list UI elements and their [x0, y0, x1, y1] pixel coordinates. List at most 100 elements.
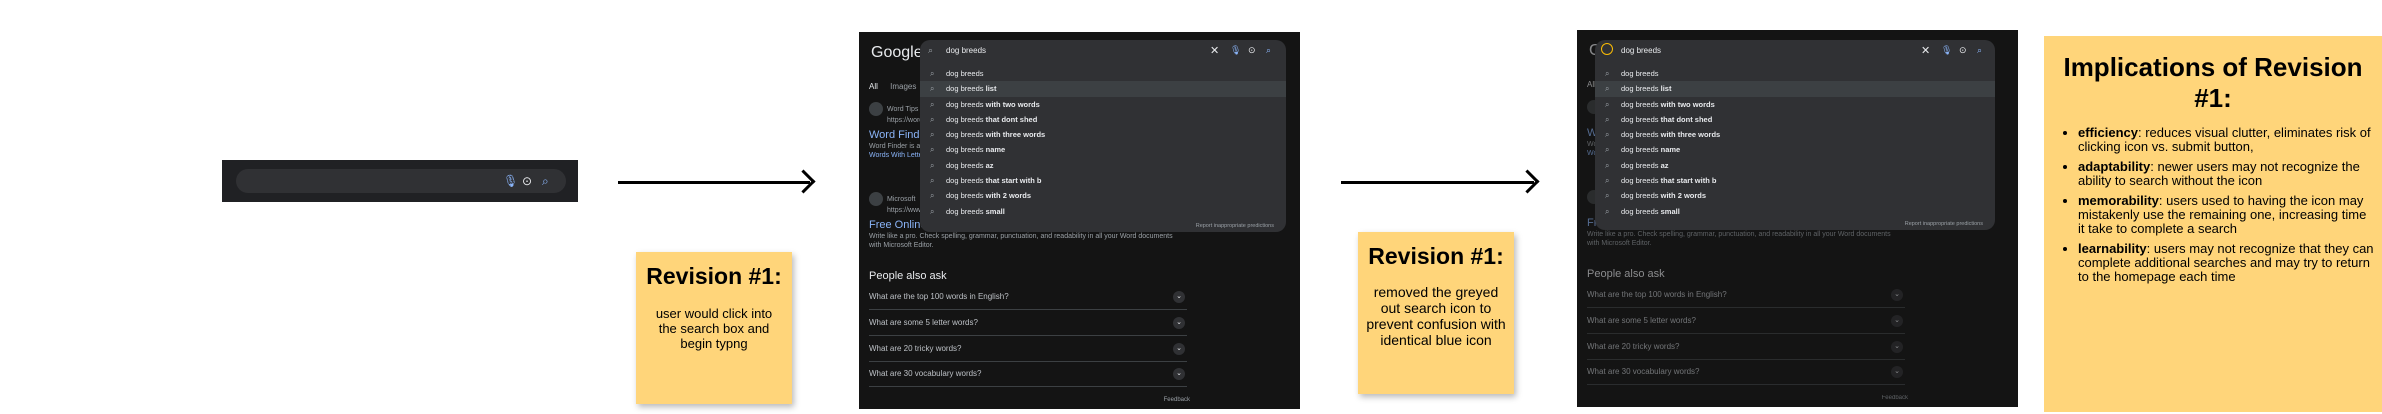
suggestion-prefix: dog breeds [946, 99, 984, 109]
suggestion-item[interactable]: dog breeds small [920, 204, 1286, 220]
suggestion-item[interactable]: dog breeds that start with b [920, 173, 1286, 189]
autocomplete-dropdown: ⌕ dog breeds ✕ 🎙 ⊙ ⌕ dog breedsdog breed… [920, 40, 1286, 232]
suggestion-prefix: dog breeds [946, 176, 984, 186]
suggestion-prefix: dog breeds [1621, 206, 1659, 216]
paa-question[interactable]: What are the top 100 words in English? ⌄ [1587, 283, 1905, 308]
chevron-down-icon[interactable]: ⌄ [1891, 315, 1903, 327]
implications-list: efficiency: reduces visual clutter, elim… [2044, 126, 2382, 284]
suggestion-completion: that dont shed [1658, 114, 1713, 124]
suggestion-completion: with two words [1658, 99, 1715, 109]
search-results-screen-1: Google All Images Word Tips https://word… [859, 32, 1300, 409]
paa-question[interactable]: What are some 5 letter words? ⌄ [869, 311, 1187, 336]
search-glyph-icon [1601, 43, 1613, 55]
suggestion-item[interactable]: dog breeds [1595, 66, 1995, 82]
close-icon[interactable]: ✕ [1210, 44, 1219, 57]
suggestion-completion: that start with b [1658, 176, 1717, 186]
search-query: dog breeds [1621, 46, 1662, 55]
suggestion-prefix: dog breeds [946, 206, 984, 216]
mic-icon[interactable]: 🎙 [1941, 45, 1952, 56]
suggestion-item[interactable]: dog breeds with two words [1595, 97, 1995, 113]
lens-icon[interactable]: ⊙ [522, 171, 532, 191]
chevron-down-icon[interactable]: ⌄ [1891, 366, 1903, 378]
suggestion-prefix: dog breeds [1621, 114, 1659, 124]
report-predictions-link[interactable]: Report inappropriate predictions [1196, 223, 1274, 229]
report-predictions-link[interactable]: Report inappropriate predictions [1905, 221, 1983, 227]
note-body: user would click into the search box and… [655, 306, 773, 351]
suggestion-completion: list [1658, 84, 1672, 94]
suggestion-item[interactable]: dog breeds az [920, 158, 1286, 174]
feedback-link[interactable]: Feedback [1882, 395, 1908, 401]
suggestion-completion: that dont shed [983, 114, 1038, 124]
suggestion-item[interactable]: dog breeds [920, 66, 1286, 82]
note-body: removed the greyed out search icon to pr… [1366, 284, 1506, 348]
google-logo: Google [871, 44, 923, 61]
suggestion-item[interactable]: dog breeds that start with b [1595, 173, 1995, 189]
chevron-down-icon[interactable]: ⌄ [1891, 341, 1903, 353]
search-input[interactable]: dog breeds ✕ 🎙 ⊙ ⌕ [1595, 40, 1995, 64]
chevron-down-icon[interactable]: ⌄ [1173, 368, 1185, 380]
flow-arrow-1 [618, 181, 810, 184]
suggestion-prefix: dog breeds [1621, 145, 1659, 155]
initial-search-bar: 🎙 ⊙ ⌕ [222, 160, 578, 202]
autocomplete-dropdown: dog breeds ✕ 🎙 ⊙ ⌕ dog breedsdog breeds … [1595, 40, 1995, 230]
result-site: Word Tips [887, 105, 919, 113]
suggestion-item[interactable]: dog breeds with two words [920, 97, 1286, 113]
suggestion-completion: with three words [983, 130, 1046, 140]
suggestion-list: dog breedsdog breeds listdog breeds with… [1595, 66, 1995, 219]
suggestion-completion: with three words [1658, 130, 1721, 140]
suggestion-prefix: dog breeds [1621, 160, 1659, 170]
suggestion-item[interactable]: dog breeds small [1595, 204, 1995, 220]
paa-question[interactable]: What are the top 100 words in English? ⌄ [869, 285, 1187, 310]
suggestion-item[interactable]: dog breeds name [1595, 142, 1995, 158]
favicon-icon [869, 192, 883, 206]
search-icon[interactable]: ⌕ [1977, 45, 1982, 56]
paa-question[interactable]: What are 30 vocabulary words? ⌄ [869, 362, 1187, 387]
paa-question[interactable]: What are some 5 letter words? ⌄ [1587, 309, 1905, 334]
search-input[interactable]: ⌕ dog breeds ✕ 🎙 ⊙ ⌕ [920, 40, 1286, 64]
paa-question[interactable]: What are 20 tricky words? ⌄ [869, 337, 1187, 362]
suggestion-item[interactable]: dog breeds az [1595, 158, 1995, 174]
tab-all[interactable]: All [869, 82, 878, 91]
suggestion-completion: az [1658, 160, 1669, 170]
close-icon[interactable]: ✕ [1921, 44, 1930, 57]
tab-images[interactable]: Images [890, 82, 916, 91]
implication-term: learnability [2078, 241, 2147, 256]
suggestion-prefix: dog breeds [1621, 176, 1659, 186]
suggestion-item[interactable]: dog breeds with 2 words [1595, 188, 1995, 204]
chevron-down-icon[interactable]: ⌄ [1173, 343, 1185, 355]
suggestion-item[interactable]: dog breeds name [920, 142, 1286, 158]
paa-question[interactable]: What are 20 tricky words? ⌄ [1587, 335, 1905, 360]
chevron-down-icon[interactable]: ⌄ [1891, 289, 1903, 301]
implication-term: adaptability [2078, 159, 2151, 174]
suggestion-completion: that start with b [983, 176, 1042, 186]
suggestion-item[interactable]: dog breeds list [1595, 81, 1995, 97]
lens-icon[interactable]: ⊙ [1959, 45, 1967, 56]
feedback-link[interactable]: Feedback [1164, 397, 1190, 403]
suggestion-prefix: dog breeds [1621, 191, 1659, 201]
mic-icon[interactable]: 🎙 [1230, 45, 1241, 56]
chevron-down-icon[interactable]: ⌄ [1173, 317, 1185, 329]
suggestion-prefix: dog breeds [946, 145, 984, 155]
implication-item: efficiency: reduces visual clutter, elim… [2078, 126, 2376, 154]
suggestion-prefix: dog breeds [1621, 84, 1659, 94]
suggestion-item[interactable]: dog breeds list [920, 81, 1286, 97]
lens-icon[interactable]: ⊙ [1248, 45, 1256, 56]
suggestion-item[interactable]: dog breeds with three words [1595, 127, 1995, 143]
search-query: dog breeds [946, 46, 987, 55]
suggestion-prefix: dog breeds [1621, 69, 1659, 78]
suggestion-item[interactable]: dog breeds that dont shed [920, 112, 1286, 128]
people-also-ask-title: People also ask [1587, 268, 1665, 280]
suggestion-prefix: dog breeds [946, 160, 984, 170]
suggestion-item[interactable]: dog breeds that dont shed [1595, 112, 1995, 128]
chevron-down-icon[interactable]: ⌄ [1173, 291, 1185, 303]
search-results-screen-2: Google All Images Word Tips https://word… [1577, 30, 2018, 407]
search-icon[interactable]: ⌕ [542, 171, 549, 191]
search-input[interactable]: 🎙 ⊙ ⌕ [236, 169, 566, 193]
mic-icon[interactable]: 🎙 [503, 171, 518, 191]
note-heading: Revision #1: [646, 263, 782, 289]
question-text: What are 20 tricky words? [869, 344, 962, 353]
suggestion-item[interactable]: dog breeds with 2 words [920, 188, 1286, 204]
paa-question[interactable]: What are 30 vocabulary words? ⌄ [1587, 360, 1905, 385]
search-icon[interactable]: ⌕ [1266, 45, 1271, 56]
suggestion-item[interactable]: dog breeds with three words [920, 127, 1286, 143]
